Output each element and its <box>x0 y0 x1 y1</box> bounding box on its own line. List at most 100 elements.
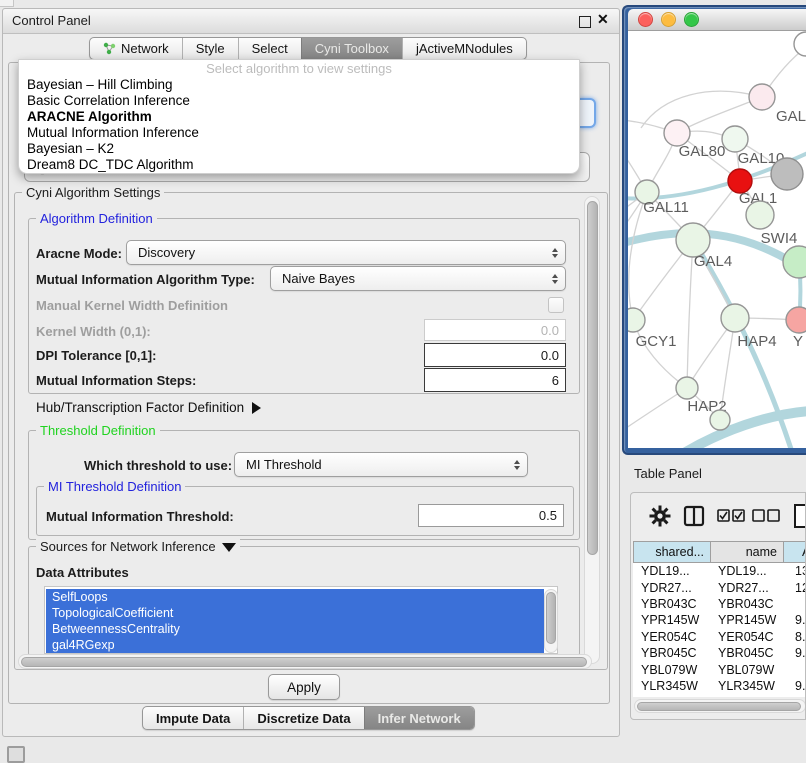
cell-name: YLR345W <box>710 679 783 693</box>
table-row[interactable]: YPR145W YPR145W 9. <box>633 612 806 628</box>
tab-label: Network <box>121 41 169 56</box>
network-node[interactable] <box>749 84 775 110</box>
tab-impute-data[interactable]: Impute Data <box>143 707 243 729</box>
mi-steps-input[interactable]: 6 <box>424 368 566 392</box>
network-node[interactable] <box>786 307 806 333</box>
list-item[interactable]: gal4RGexp <box>46 637 544 653</box>
tab-jactivemnodules[interactable]: jActiveMNodules <box>402 38 526 59</box>
tab-cyni-toolbox[interactable]: Cyni Toolbox <box>301 38 402 59</box>
network-canvas[interactable]: GAL7GAL80GAL10GAL1GAL11SWI4GAL4GCY1HAP4Y… <box>628 31 806 448</box>
tab-select[interactable]: Select <box>238 38 301 59</box>
tab-discretize-data[interactable]: Discretize Data <box>243 707 363 729</box>
column-header-third[interactable]: A <box>783 541 806 563</box>
minimized-panel-icon[interactable] <box>7 746 25 763</box>
dropdown-item[interactable]: Dream8 DC_TDC Algorithm <box>19 157 579 173</box>
cell-value: 9. <box>783 679 806 693</box>
list-item[interactable]: SelfLoops <box>46 589 544 605</box>
cell-value: 12 <box>783 581 806 595</box>
list-item[interactable]: TopologicalCoefficient <box>46 605 544 621</box>
table-row[interactable]: YBR043C YBR043C <box>633 596 806 612</box>
dropdown-item[interactable]: Bayesian – Hill Climbing <box>19 77 579 93</box>
network-node[interactable] <box>771 158 803 190</box>
table-row[interactable]: YBL079W YBL079W <box>633 661 806 677</box>
deselect-all-checkboxes-icon[interactable] <box>752 509 780 522</box>
collapse-arrow-icon[interactable] <box>222 543 236 552</box>
cell-shared-name: YPR145W <box>633 613 710 627</box>
table-row[interactable]: YBR045C YBR045C 9. <box>633 645 806 661</box>
settings-horizontal-scrollbar[interactable] <box>18 654 592 669</box>
dropdown-item[interactable]: Basic Correlation Inference <box>19 93 579 109</box>
float-panel-icon[interactable] <box>579 16 591 28</box>
network-node-label: GCY1 <box>636 333 677 350</box>
network-window-titlebar[interactable] <box>628 9 806 31</box>
tab-infer-network[interactable]: Infer Network <box>364 707 474 729</box>
mi-algorithm-type-label: Mutual Information Algorithm Type: <box>36 272 255 287</box>
tab-label: jActiveMNodules <box>416 41 513 56</box>
scrollbar-thumb[interactable] <box>637 702 801 711</box>
network-node[interactable] <box>746 201 774 229</box>
table-row[interactable]: YLR345W YLR345W 9. <box>633 678 806 694</box>
which-threshold-select[interactable]: MI Threshold <box>234 452 528 477</box>
close-icon[interactable]: ✕ <box>597 11 609 28</box>
dropdown-item[interactable]: ARACNE Algorithm <box>19 109 579 125</box>
dpi-tolerance-input[interactable]: 0.0 <box>424 343 566 367</box>
column-header-name[interactable]: name <box>710 541 783 563</box>
stepper-arrows-icon <box>552 274 558 284</box>
settings-vertical-scrollbar[interactable] <box>584 196 600 664</box>
expand-arrow-icon[interactable] <box>252 402 261 414</box>
hub-definition-toggle[interactable]: Hub/Transcription Factor Definition <box>36 400 261 415</box>
tab-label: Infer Network <box>378 711 461 726</box>
tab-style[interactable]: Style <box>182 38 238 59</box>
dropdown-placeholder: Select algorithm to view settings <box>19 60 579 77</box>
network-node[interactable] <box>628 308 645 332</box>
table-row[interactable]: YIL052C YIL052C 9 <box>633 694 806 697</box>
network-node-label: SWI4 <box>761 230 798 247</box>
split-columns-icon[interactable] <box>683 505 705 527</box>
apply-button[interactable]: Apply <box>268 674 340 700</box>
table-row[interactable]: YDR27... YDR27... 12 <box>633 579 806 595</box>
kernel-width-input[interactable]: 0.0 <box>424 319 566 341</box>
mi-algorithm-type-select[interactable]: Naive Bayes <box>270 266 566 291</box>
list-item[interactable]: BetweennessCentrality <box>46 621 544 637</box>
aracne-mode-select[interactable]: Discovery <box>126 240 566 265</box>
network-node[interactable] <box>783 246 806 278</box>
stepper-arrows-icon <box>552 248 558 258</box>
gear-icon[interactable] <box>649 505 671 527</box>
data-attributes-list[interactable]: SelfLoopsTopologicalCoefficientBetweenne… <box>44 586 558 654</box>
document-icon[interactable] <box>793 503 806 529</box>
close-traffic-light-icon[interactable] <box>638 12 653 27</box>
select-all-checkboxes-icon[interactable] <box>717 509 745 522</box>
network-node-label: Y <box>793 333 803 350</box>
network-node[interactable] <box>794 32 806 56</box>
table-row[interactable]: YDL19... YDL19... 13 <box>633 563 806 579</box>
network-node[interactable] <box>676 377 698 399</box>
tab-label: Cyni Toolbox <box>315 41 389 56</box>
hub-definition-label: Hub/Transcription Factor Definition <box>36 400 244 415</box>
scrollbar-thumb[interactable] <box>21 657 587 667</box>
network-node[interactable] <box>676 223 710 257</box>
top-tab-bar: Network Style Select Cyni Toolbox jActiv… <box>89 37 527 60</box>
table-row[interactable]: YER054C YER054C 8. <box>633 629 806 645</box>
zoom-traffic-light-icon[interactable] <box>684 12 699 27</box>
network-node[interactable] <box>710 410 730 430</box>
tab-network[interactable]: Network <box>90 38 182 59</box>
cell-name: YBR045C <box>710 646 783 660</box>
network-node[interactable] <box>721 304 749 332</box>
mi-threshold-input[interactable]: 0.5 <box>418 504 564 527</box>
sources-title: Sources for Network Inference <box>40 539 216 554</box>
scrollbar-thumb[interactable] <box>587 201 598 555</box>
table-horizontal-scrollbar[interactable] <box>634 699 806 713</box>
cell-name: YDR27... <box>710 581 783 595</box>
dropdown-item[interactable]: Mutual Information Inference <box>19 125 579 141</box>
sources-toggle[interactable]: Sources for Network Inference <box>36 539 240 554</box>
column-header-shared-name[interactable]: shared... <box>633 541 710 563</box>
manual-kernel-width-checkbox[interactable] <box>548 297 564 313</box>
scrollbar-thumb[interactable] <box>546 592 556 644</box>
network-node[interactable] <box>722 126 748 152</box>
data-attributes-label: Data Attributes <box>36 565 129 580</box>
minimize-traffic-light-icon[interactable] <box>661 12 676 27</box>
dropdown-item[interactable]: Bayesian – K2 <box>19 141 579 157</box>
cell-shared-name: YIL052C <box>633 695 710 697</box>
group-title: Algorithm Definition <box>36 211 157 226</box>
list-vertical-scrollbar[interactable] <box>544 589 558 653</box>
